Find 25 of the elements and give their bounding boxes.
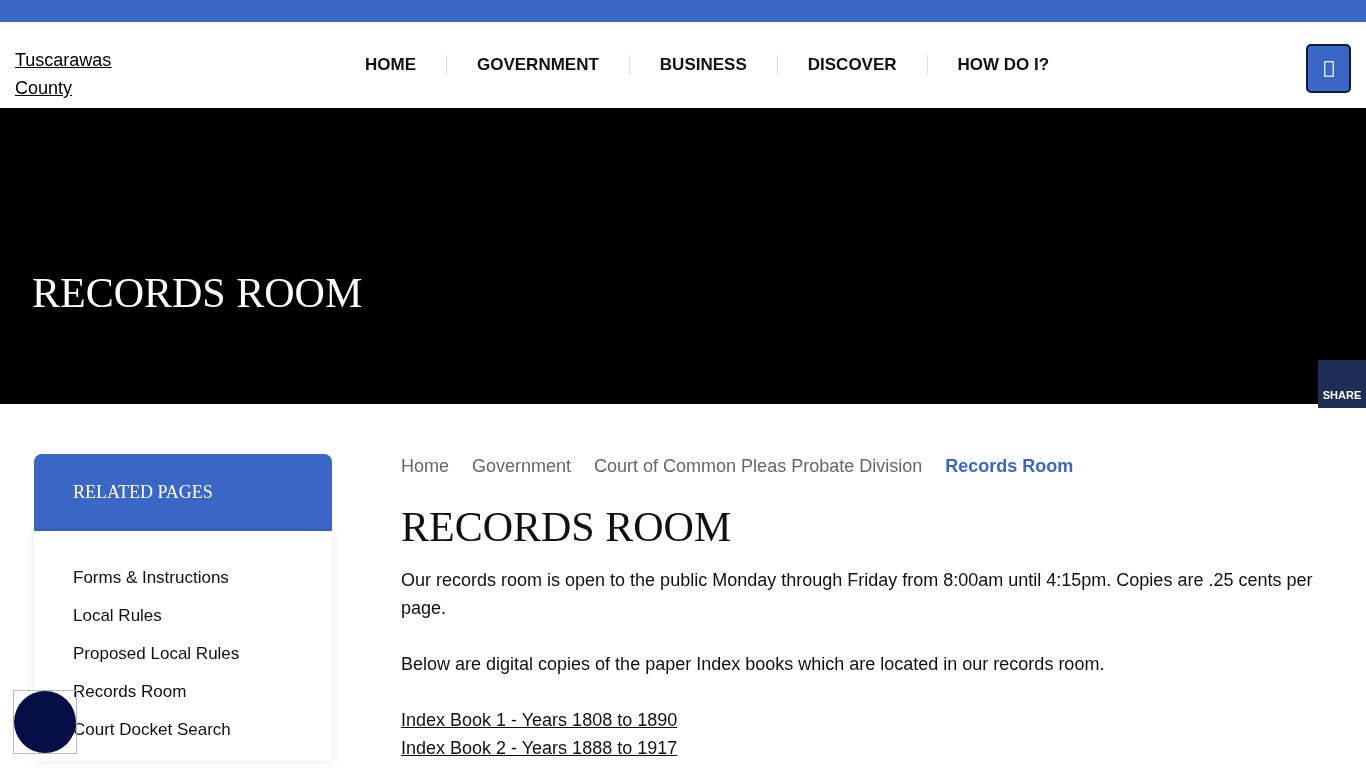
paragraph: Our records room is open to the public Monday through Friday from 8:00am until 4:15pm. Copies are .25 cents per page. — [401, 569, 1314, 621]
nav-link[interactable]: GOVERNMENT — [462, 52, 614, 78]
paragraph: Below are digital copies of the paper Index books which are located in our records room. — [401, 653, 1106, 677]
breadcrumb-link[interactable]: Government — [472, 453, 572, 480]
nav-link[interactable]: BUSINESS — [644, 52, 762, 78]
breadcrumb-link[interactable]: Court of Common Pleas Probate Division — [594, 453, 923, 480]
sidebar-link[interactable]: Forms & Instructions — [73, 559, 229, 597]
sidebar-heading: RELATED PAGES — [34, 454, 332, 531]
logo-link[interactable]: Tuscarawas County — [15, 46, 145, 106]
breadcrumb-link[interactable]: Records Room — [945, 453, 1074, 480]
nav-link[interactable]: HOW DO I? — [942, 52, 1065, 78]
content-heading: RECORDS ROOM — [401, 503, 733, 552]
document-link[interactable]: Index Book 2 - Years 1888 to 1917 — [401, 734, 678, 763]
sidebar-link[interactable]: Proposed Local Rules — [73, 635, 240, 673]
menu-button[interactable] — [1306, 44, 1351, 93]
share-button[interactable]: SHARE — [1318, 360, 1366, 408]
placeholder-glyph-icon — [1323, 60, 1334, 77]
document-link[interactable]: Index Book 1 - Years 1808 to 1890 — [401, 706, 678, 735]
sidebar-link[interactable]: Local Rules — [73, 597, 162, 635]
sidebar-link[interactable]: Records Room — [73, 673, 187, 711]
nav-link[interactable]: HOME — [350, 52, 431, 78]
sidebar-link[interactable]: Court Docket Search — [73, 711, 231, 749]
breadcrumb-link[interactable]: Home — [401, 453, 449, 480]
page-title: RECORDS ROOM — [32, 269, 363, 318]
nav-link[interactable]: DISCOVER — [792, 52, 912, 78]
